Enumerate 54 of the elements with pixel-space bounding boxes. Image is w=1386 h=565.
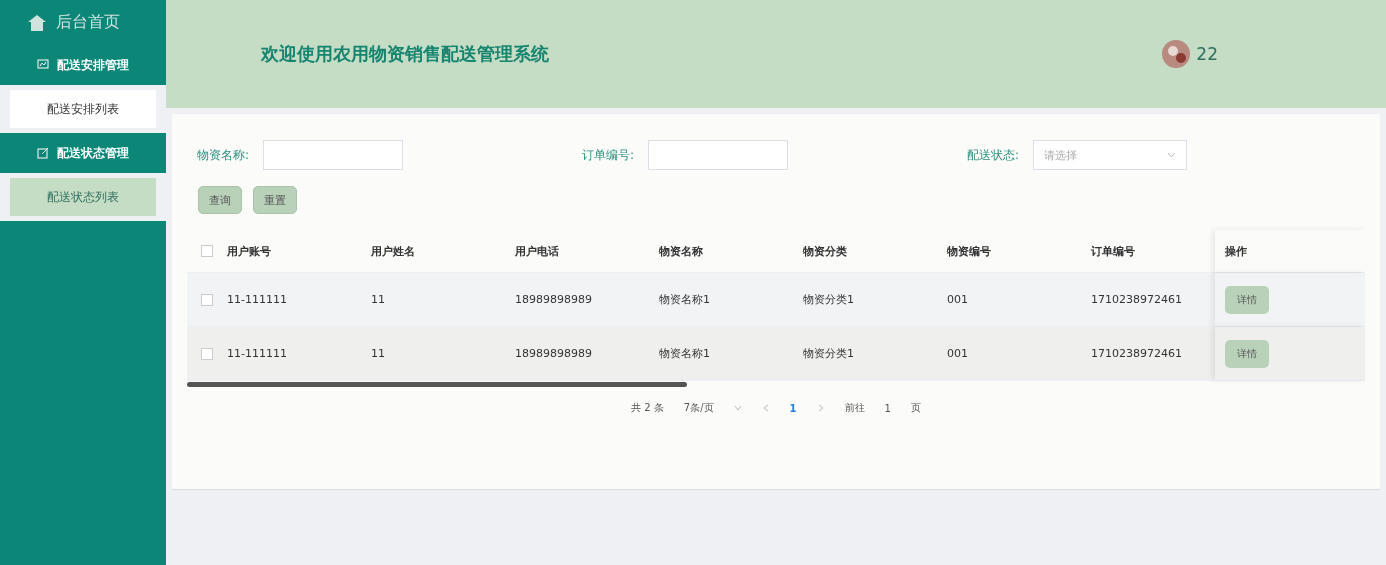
menu-item[interactable]: 配送安排列表	[10, 90, 156, 128]
edit-icon	[37, 147, 49, 159]
table-cell-text: 001	[947, 347, 969, 360]
column-header: 用户电话	[515, 243, 560, 259]
column-header: 用户账号	[227, 243, 272, 259]
details-button[interactable]: 详情	[1225, 339, 1269, 368]
goto-field[interactable]: 1	[884, 402, 891, 414]
filter-label: 物资名称:	[197, 146, 250, 164]
details-button[interactable]: 详情	[1225, 285, 1269, 314]
table-cell-text: 物资名称1	[659, 292, 711, 307]
home-link[interactable]: 后台首页	[56, 12, 120, 33]
status-select[interactable]: 请选择	[1033, 140, 1188, 170]
table-cell-text: 物资分类1	[803, 346, 855, 361]
checkbox[interactable]	[201, 245, 213, 257]
table-cell-text: 11-111111	[227, 347, 288, 360]
chevron-icon	[1167, 152, 1177, 158]
filter-label: 订单编号:	[582, 146, 635, 164]
table-cell-text: 11	[371, 293, 386, 306]
goto-suffix: 页	[910, 401, 921, 415]
column-header: 物资分类	[803, 243, 848, 259]
column-header: 订单编号	[1091, 243, 1136, 259]
goto-label: 前往	[844, 401, 865, 415]
home-icon	[28, 14, 46, 31]
avatar[interactable]	[1162, 40, 1191, 68]
total-count: 共 2 条	[631, 401, 664, 415]
page-title: 欢迎使用农用物资销售配送管理系统	[261, 42, 549, 66]
chart-icon	[37, 59, 49, 71]
column-header: 操作	[1225, 243, 1247, 259]
search-button[interactable]: 查询	[198, 186, 242, 214]
reset-button[interactable]: 重置	[253, 186, 297, 214]
column-header: 用户姓名	[371, 243, 416, 259]
checkbox[interactable]	[201, 347, 213, 360]
table-cell-text: 物资分类1	[803, 292, 855, 307]
prev-page-icon[interactable]	[761, 404, 770, 412]
table-cell-text: 1710238972461	[1091, 347, 1183, 360]
chevron-icon	[733, 404, 742, 412]
table-cell-text: 11-111111	[227, 293, 288, 306]
page-size-select[interactable]: 7条/页	[683, 401, 714, 415]
table-cell-text: 18989898989	[515, 293, 593, 306]
user-name: 22	[1196, 44, 1218, 64]
filter-label: 配送状态:	[967, 146, 1020, 164]
column-header: 物资名称	[659, 243, 704, 259]
table-cell-text: 18989898989	[515, 347, 593, 360]
menu-item[interactable]: 配送状态列表	[10, 178, 156, 216]
input-field[interactable]	[648, 140, 789, 170]
table-cell-text: 1710238972461	[1091, 293, 1183, 306]
table-cell-text: 物资名称1	[659, 346, 711, 361]
table-cell-text: 001	[947, 293, 969, 306]
page-number[interactable]: 1	[789, 402, 797, 414]
table-cell-text: 11	[371, 347, 386, 360]
input-field[interactable]	[263, 140, 404, 170]
next-page-icon[interactable]	[816, 404, 825, 412]
checkbox[interactable]	[201, 293, 213, 306]
column-header: 物资编号	[947, 243, 992, 259]
